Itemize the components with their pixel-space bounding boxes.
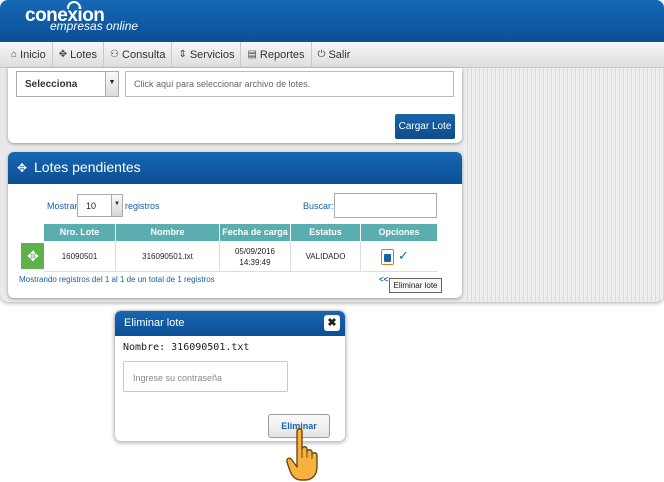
cell-nro: 16090501 <box>44 242 116 272</box>
nav-label: Reportes <box>259 48 305 61</box>
cargar-lote-button[interactable]: Cargar Lote <box>395 114 455 139</box>
nav-item-lotes[interactable]: ✥ Lotes <box>53 41 105 68</box>
records-label: registros <box>125 201 160 211</box>
nav-label: Consulta <box>122 48 166 61</box>
close-icon[interactable]: ✖ <box>324 315 340 331</box>
col-header-nombre[interactable]: Nombre <box>116 224 220 241</box>
main-nav: ⌂ Inicio ✥ Lotes ⚇ Consulta ⇕ Servicios … <box>0 41 664 68</box>
home-icon: ⌂ <box>11 49 18 60</box>
col-header-opciones[interactable]: Opciones <box>361 224 437 241</box>
cell-estatus: VALIDADO <box>291 242 361 272</box>
table-info: Mostrando registros del 1 al 1 de un tot… <box>19 275 215 284</box>
nav-item-salir[interactable]: ⏻ Salir <box>312 42 357 68</box>
nav-item-consulta[interactable]: ⚇ Consulta <box>104 41 173 68</box>
col-header-estatus[interactable]: Estatus <box>291 224 361 241</box>
nav-item-reportes[interactable]: ▤ Reportes <box>241 41 312 68</box>
puzzle-icon: ✥ <box>17 161 28 175</box>
page-size-select[interactable]: 10 ▼ <box>77 194 123 217</box>
page-size-value: 10 <box>86 201 97 211</box>
nav-label: Salir <box>328 48 351 61</box>
lote-row-icon: ✥ <box>21 243 45 269</box>
logo-sub: empresas online <box>50 19 139 33</box>
nav-item-servicios[interactable]: ⇕ Servicios <box>172 41 242 68</box>
chart-icon: ▤ <box>247 49 257 60</box>
nav-label: Lotes <box>70 48 98 61</box>
nav-label: Servicios <box>189 48 235 61</box>
cell-fecha-date: 05/09/2016 <box>234 246 276 256</box>
col-header-nro[interactable]: Nro. Lote <box>44 224 116 241</box>
select-value: Selecciona <box>25 79 78 90</box>
modal-title: Eliminar lote <box>115 311 345 336</box>
chevron-down-icon[interactable]: ▼ <box>111 195 122 216</box>
cell-nombre: 316090501.txt <box>116 242 220 272</box>
cell-fecha-time: 14:39:49 <box>239 257 271 267</box>
lote-type-select[interactable]: Selecciona ▼ <box>16 71 119 97</box>
delete-lote-icon[interactable] <box>381 249 394 265</box>
panel-title: Lotes pendientes <box>8 152 462 184</box>
search-input[interactable] <box>334 193 437 218</box>
file-input[interactable]: Click aquí para seleccionar archivo de l… <box>125 71 454 97</box>
pagination-first[interactable]: << <box>379 275 388 284</box>
check-icon[interactable]: ✓ <box>398 248 409 264</box>
app-header: conexion empresas online <box>0 0 664 42</box>
tooltip: Eliminar lote <box>389 278 442 293</box>
nav-label: Inicio <box>20 48 46 61</box>
background-pattern <box>464 68 664 302</box>
pointer-hand-icon <box>286 428 318 481</box>
password-input[interactable]: Ingrese su contraseña <box>123 361 288 392</box>
people-icon: ⚇ <box>110 49 120 60</box>
cell-fecha: 05/09/2016 14:39:49 <box>220 242 291 272</box>
puzzle-icon: ✥ <box>58 49 68 60</box>
show-label: Mostrar <box>47 201 78 211</box>
power-icon: ⏻ <box>317 49 326 60</box>
app-window: conexion empresas online ⌂ Inicio ✥ Lote… <box>0 0 664 302</box>
modal-file-name: Nombre: 316090501.txt <box>123 342 250 353</box>
search-label: Buscar: <box>303 201 334 211</box>
chevron-down-icon[interactable]: ▼ <box>105 72 118 96</box>
col-header-fecha[interactable]: Fecha de carga <box>220 224 291 241</box>
nav-item-inicio[interactable]: ⌂ Inicio <box>5 41 53 68</box>
sort-icon: ⇕ <box>178 49 187 60</box>
